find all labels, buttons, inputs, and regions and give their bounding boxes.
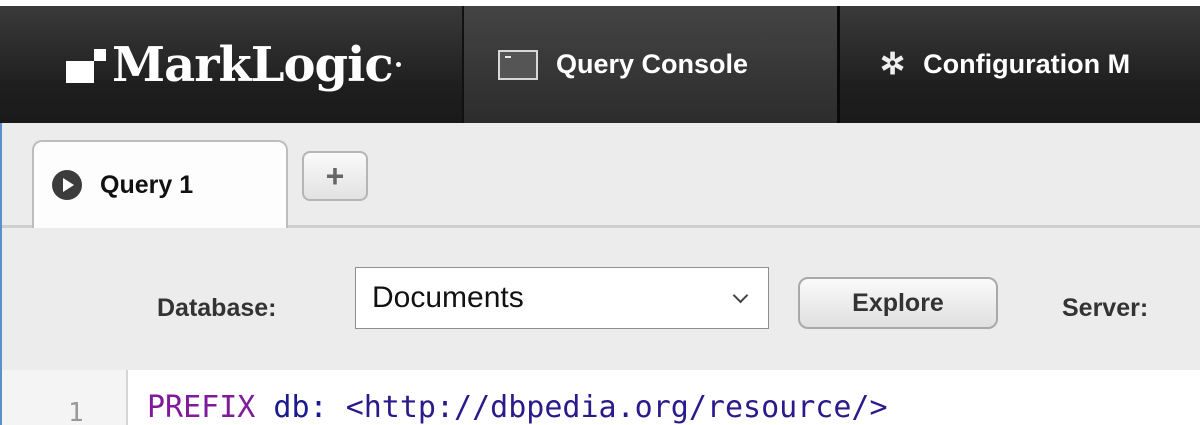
line-number: 1 (68, 398, 84, 425)
database-select-value: Documents (372, 281, 524, 314)
marklogic-logo[interactable]: MarkLogic (0, 6, 462, 123)
nav-tab-label: Query Console (556, 49, 749, 79)
nav-tab-query-console[interactable]: Query Console (462, 6, 840, 123)
code-prefix: db: (255, 390, 346, 425)
query-editor[interactable]: 1 PREFIX db: <http://dbpedia.org/resourc… (0, 370, 1200, 425)
code-line[interactable]: PREFIX db: <http://dbpedia.org/resource/… (147, 390, 888, 425)
top-navigation-bar: MarkLogic Query Console ✲ Configuration … (0, 0, 1200, 123)
query-tab-label: Query 1 (100, 170, 194, 199)
query-tab-strip: Query 1 + (0, 123, 1200, 228)
editor-gutter: 1 (2, 370, 128, 425)
logo-dot (395, 62, 401, 67)
query-tab-query-1[interactable]: Query 1 (32, 140, 288, 228)
database-toolbar: Database: Documents Explore Server: (0, 228, 1200, 370)
server-label: Server: (1062, 294, 1149, 322)
play-circle-icon[interactable] (52, 170, 82, 200)
gear-icon: ✲ (880, 47, 906, 81)
nav-tab-label: Configuration M (923, 49, 1131, 79)
code-keyword: PREFIX (147, 390, 256, 425)
explore-button[interactable]: Explore (798, 277, 998, 329)
add-query-tab-button[interactable]: + (302, 151, 368, 201)
chevron-down-icon[interactable] (732, 287, 749, 304)
console-icon (498, 49, 538, 80)
logo-text: MarkLogic (112, 36, 394, 93)
logo-mark-icon (66, 35, 110, 95)
database-label: Database: (157, 294, 277, 322)
nav-tab-configuration[interactable]: ✲ Configuration M (840, 6, 1158, 123)
code-iri: <http://dbpedia.org/resource/> (345, 390, 888, 425)
database-select[interactable]: Documents (355, 267, 769, 329)
